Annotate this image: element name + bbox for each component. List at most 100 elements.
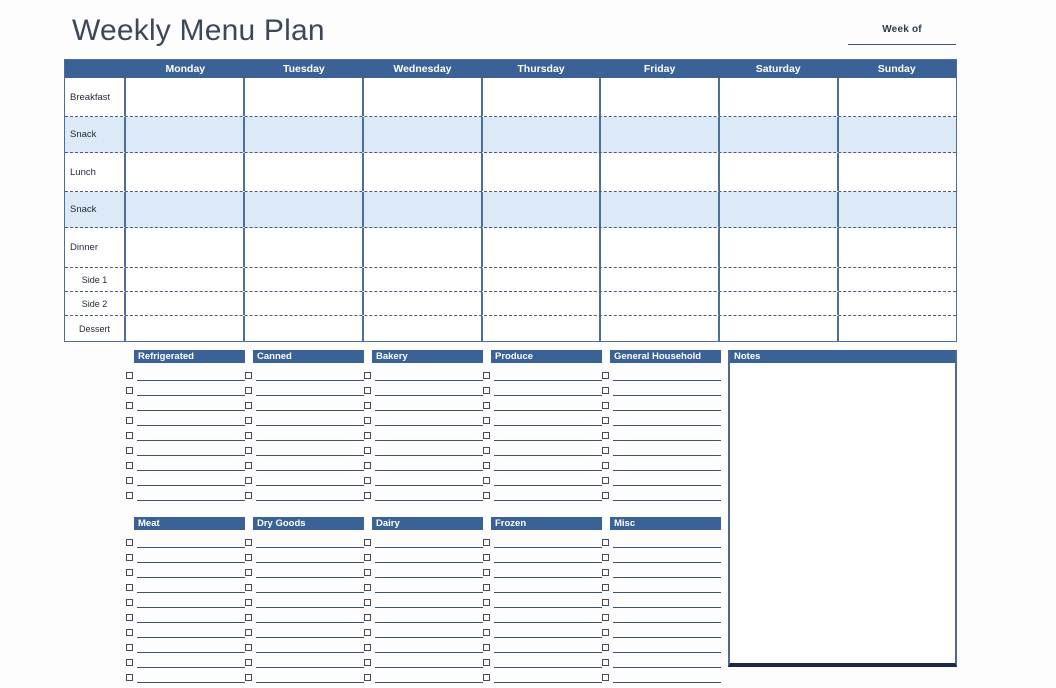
list-item-input[interactable] <box>494 655 602 668</box>
checkbox-icon[interactable] <box>364 659 371 666</box>
menu-cell[interactable] <box>364 117 483 152</box>
menu-cell[interactable] <box>720 78 840 116</box>
list-item-input[interactable] <box>137 565 245 578</box>
list-item-input[interactable] <box>137 550 245 563</box>
menu-cell[interactable] <box>126 153 245 191</box>
menu-cell[interactable] <box>720 268 840 291</box>
menu-cell[interactable] <box>839 192 956 227</box>
list-item-input[interactable] <box>375 473 483 486</box>
checkbox-icon[interactable] <box>245 569 252 576</box>
list-item-input[interactable] <box>494 565 602 578</box>
checkbox-icon[interactable] <box>483 539 490 546</box>
list-item-input[interactable] <box>375 535 483 548</box>
list-item-input[interactable] <box>375 488 483 501</box>
checkbox-icon[interactable] <box>126 584 133 591</box>
notes-textarea[interactable] <box>730 363 955 663</box>
checkbox-icon[interactable] <box>364 569 371 576</box>
checkbox-icon[interactable] <box>602 554 609 561</box>
checkbox-icon[interactable] <box>126 659 133 666</box>
menu-cell[interactable] <box>601 316 721 342</box>
menu-cell[interactable] <box>839 117 956 152</box>
menu-cell[interactable] <box>839 292 956 315</box>
list-item-input[interactable] <box>494 595 602 608</box>
list-item-input[interactable] <box>613 488 721 501</box>
checkbox-icon[interactable] <box>364 614 371 621</box>
checkbox-icon[interactable] <box>245 417 252 424</box>
checkbox-icon[interactable] <box>245 659 252 666</box>
list-item-input[interactable] <box>137 595 245 608</box>
menu-cell[interactable] <box>839 78 956 116</box>
list-item-input[interactable] <box>256 428 364 441</box>
checkbox-icon[interactable] <box>483 372 490 379</box>
list-item-input[interactable] <box>494 670 602 683</box>
list-item-input[interactable] <box>137 610 245 623</box>
checkbox-icon[interactable] <box>364 539 371 546</box>
list-item-input[interactable] <box>613 413 721 426</box>
list-item-input[interactable] <box>375 670 483 683</box>
checkbox-icon[interactable] <box>126 554 133 561</box>
list-item-input[interactable] <box>494 535 602 548</box>
menu-cell[interactable] <box>483 292 602 315</box>
menu-cell[interactable] <box>126 228 245 267</box>
checkbox-icon[interactable] <box>364 477 371 484</box>
menu-cell[interactable] <box>601 78 721 116</box>
list-item-input[interactable] <box>256 610 364 623</box>
list-item-input[interactable] <box>494 550 602 563</box>
checkbox-icon[interactable] <box>364 554 371 561</box>
list-item-input[interactable] <box>375 640 483 653</box>
list-item-input[interactable] <box>137 413 245 426</box>
list-item-input[interactable] <box>137 398 245 411</box>
menu-cell[interactable] <box>126 78 245 116</box>
list-item-input[interactable] <box>137 625 245 638</box>
checkbox-icon[interactable] <box>483 569 490 576</box>
checkbox-icon[interactable] <box>483 659 490 666</box>
list-item-input[interactable] <box>613 368 721 381</box>
list-item-input[interactable] <box>375 458 483 471</box>
checkbox-icon[interactable] <box>602 599 609 606</box>
list-item-input[interactable] <box>613 595 721 608</box>
list-item-input[interactable] <box>375 383 483 396</box>
checkbox-icon[interactable] <box>602 432 609 439</box>
menu-cell[interactable] <box>483 192 602 227</box>
menu-cell[interactable] <box>720 192 840 227</box>
menu-cell[interactable] <box>245 268 364 291</box>
checkbox-icon[interactable] <box>126 599 133 606</box>
list-item-input[interactable] <box>494 368 602 381</box>
list-item-input[interactable] <box>256 443 364 456</box>
menu-cell[interactable] <box>126 192 245 227</box>
checkbox-icon[interactable] <box>602 372 609 379</box>
checkbox-icon[interactable] <box>602 447 609 454</box>
list-item-input[interactable] <box>494 625 602 638</box>
list-item-input[interactable] <box>256 488 364 501</box>
list-item-input[interactable] <box>494 473 602 486</box>
checkbox-icon[interactable] <box>602 659 609 666</box>
menu-cell[interactable] <box>126 117 245 152</box>
menu-cell[interactable] <box>839 153 956 191</box>
checkbox-icon[interactable] <box>245 492 252 499</box>
list-item-input[interactable] <box>494 383 602 396</box>
checkbox-icon[interactable] <box>245 674 252 681</box>
menu-cell[interactable] <box>601 268 721 291</box>
checkbox-icon[interactable] <box>364 629 371 636</box>
menu-cell[interactable] <box>483 78 602 116</box>
list-item-input[interactable] <box>256 655 364 668</box>
list-item-input[interactable] <box>494 580 602 593</box>
checkbox-icon[interactable] <box>364 387 371 394</box>
menu-cell[interactable] <box>483 316 602 342</box>
list-item-input[interactable] <box>256 368 364 381</box>
checkbox-icon[interactable] <box>602 569 609 576</box>
menu-cell[interactable] <box>364 153 483 191</box>
menu-cell[interactable] <box>364 192 483 227</box>
checkbox-icon[interactable] <box>245 644 252 651</box>
checkbox-icon[interactable] <box>483 629 490 636</box>
list-item-input[interactable] <box>375 368 483 381</box>
menu-cell[interactable] <box>483 228 602 267</box>
checkbox-icon[interactable] <box>245 387 252 394</box>
menu-cell[interactable] <box>126 316 245 342</box>
checkbox-icon[interactable] <box>126 492 133 499</box>
menu-cell[interactable] <box>364 268 483 291</box>
list-item-input[interactable] <box>375 565 483 578</box>
menu-cell[interactable] <box>245 292 364 315</box>
list-item-input[interactable] <box>613 610 721 623</box>
checkbox-icon[interactable] <box>602 644 609 651</box>
